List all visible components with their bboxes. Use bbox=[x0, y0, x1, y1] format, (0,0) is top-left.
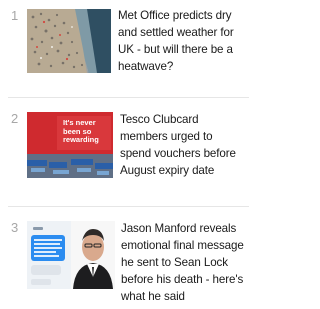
beach-crowd-image bbox=[27, 9, 111, 73]
rank-number: 1 bbox=[11, 8, 19, 23]
rank-number: 2 bbox=[11, 111, 19, 126]
divider bbox=[8, 97, 249, 98]
article-thumbnail[interactable]: It's never been so rewarding bbox=[27, 112, 113, 178]
list-item[interactable]: 2 It's never been so rewarding Tesco Clu… bbox=[0, 105, 249, 195]
sign-text: It's never been so rewarding bbox=[63, 118, 99, 144]
article-headline[interactable]: Tesco Clubcard members urged to spend vo… bbox=[120, 111, 249, 179]
divider bbox=[8, 206, 249, 207]
list-item[interactable]: 1 Met Office predicts dry and settled we… bbox=[0, 0, 249, 90]
article-headline[interactable]: Jason Manford reveals emotional final me… bbox=[121, 220, 249, 305]
most-read-list: 1 Met Office predicts dry and settled we… bbox=[0, 0, 249, 309]
article-headline[interactable]: Met Office predicts dry and settled weat… bbox=[118, 7, 249, 75]
message-and-portrait-image bbox=[27, 221, 115, 289]
rank-number: 3 bbox=[11, 220, 19, 235]
article-thumbnail[interactable] bbox=[27, 9, 111, 73]
list-item[interactable]: 3 Jason Manford reveals emotional final … bbox=[0, 213, 249, 309]
article-thumbnail[interactable] bbox=[27, 221, 115, 289]
